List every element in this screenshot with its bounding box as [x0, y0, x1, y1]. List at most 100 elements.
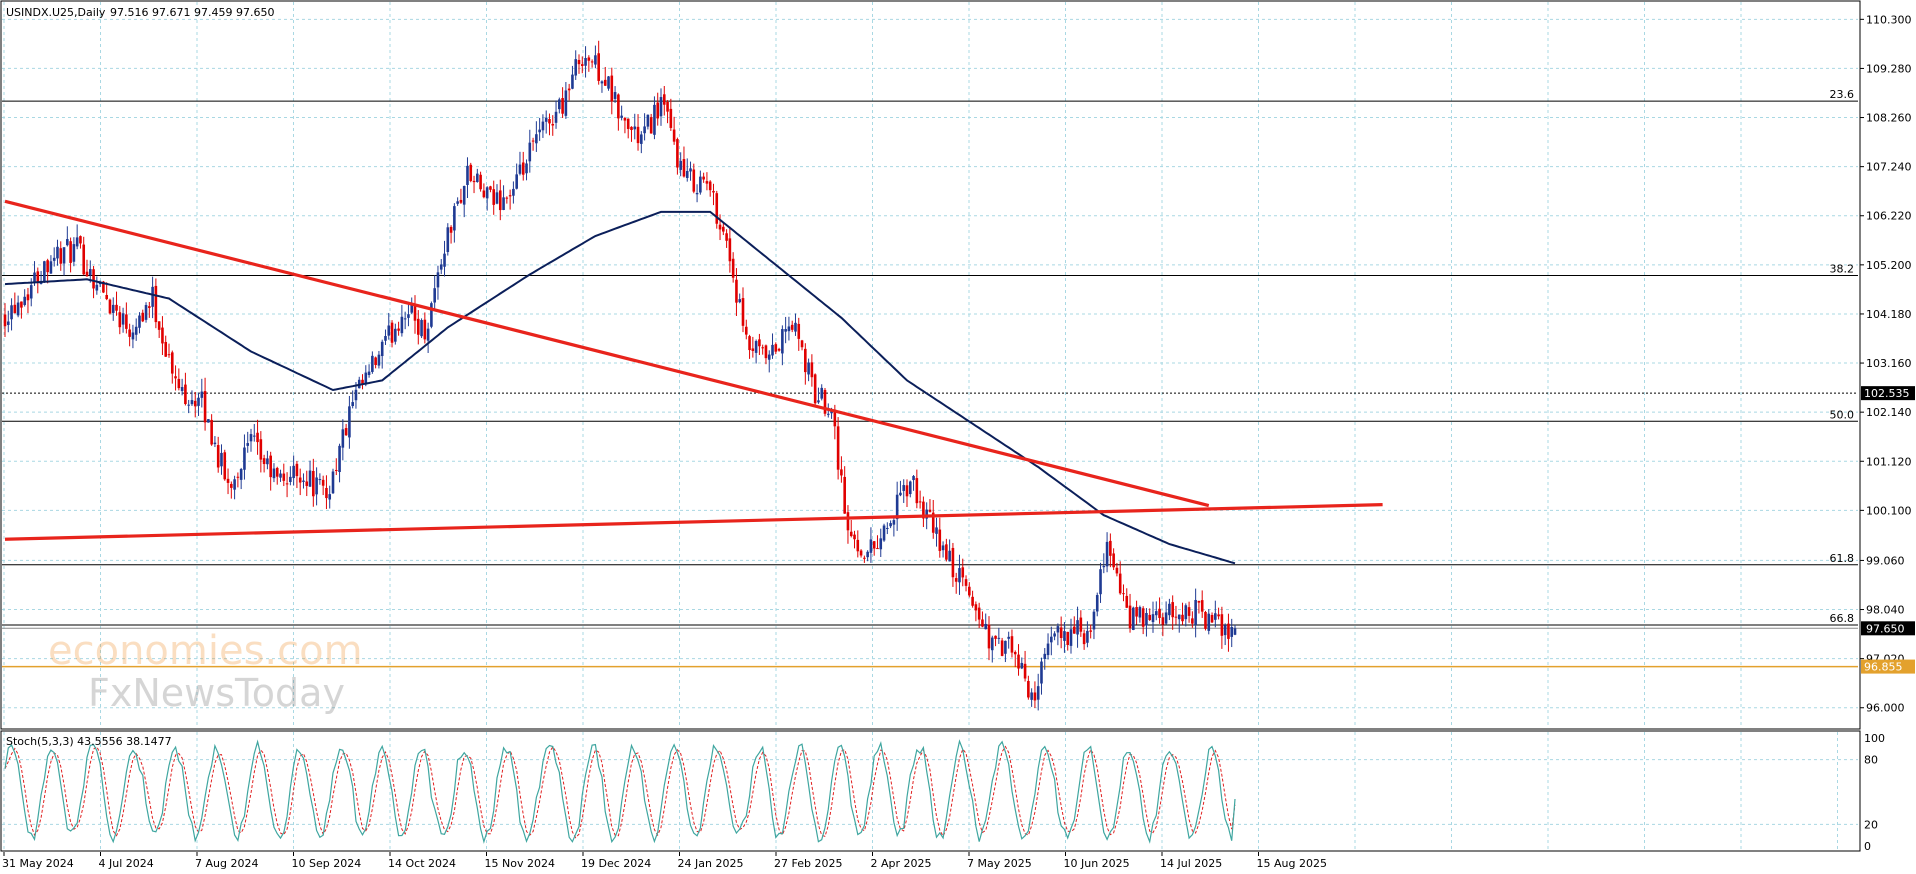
candle	[813, 373, 817, 407]
candle	[108, 298, 112, 315]
candle-body	[459, 199, 463, 203]
candle-body	[676, 139, 679, 168]
candle-body	[1177, 614, 1181, 620]
candle-body	[489, 186, 492, 190]
candle-body	[197, 397, 200, 406]
fib-level-label: 66.8	[1830, 612, 1855, 625]
candle-body	[643, 126, 646, 134]
candle-body	[1161, 617, 1165, 625]
candle-body	[167, 354, 171, 356]
price-tick-label: 106.220	[1866, 210, 1912, 223]
candle-body	[312, 470, 315, 497]
candle-body	[128, 329, 131, 337]
candle-body	[751, 348, 755, 351]
candle-body	[935, 527, 938, 534]
candle-body	[817, 400, 820, 403]
time-tick-label: 7 Aug 2024	[195, 857, 258, 870]
candle-body	[282, 473, 286, 481]
candle-body	[1000, 640, 1004, 656]
candle-body	[223, 452, 227, 480]
candle-body	[685, 170, 689, 178]
price-tick-label: 99.060	[1866, 554, 1905, 567]
candle-body	[804, 348, 807, 373]
candle-body	[400, 316, 404, 334]
candle-body	[148, 306, 151, 308]
price-tick-label: 103.160	[1866, 357, 1912, 370]
candle-body	[56, 246, 59, 259]
candle-body	[790, 324, 794, 330]
price-tick-label: 105.200	[1866, 259, 1912, 272]
candle-body	[134, 326, 138, 335]
candle-body	[866, 551, 869, 558]
candle-body	[541, 121, 545, 131]
candle-body	[407, 314, 410, 318]
candle-body	[302, 480, 305, 482]
trading-chart: 23.6 38.2 50.0 61.8 66.8 economies.com FxNew…	[0, 0, 1915, 870]
candle-body	[1151, 614, 1155, 623]
candle	[223, 449, 227, 481]
candle-body	[1079, 617, 1083, 632]
candle-body	[708, 181, 712, 191]
price-tick-label: 108.260	[1866, 112, 1912, 125]
candle-body	[571, 74, 574, 89]
candle-body	[26, 294, 30, 301]
candle-body	[374, 357, 377, 366]
time-tick-label: 27 Feb 2025	[774, 857, 842, 870]
candle-body	[266, 458, 269, 465]
candle-body	[1171, 602, 1174, 618]
candle-body	[689, 168, 692, 172]
candle-body	[20, 301, 23, 308]
candle-body	[495, 192, 499, 204]
candle-body	[416, 318, 420, 335]
candle-body	[469, 164, 473, 181]
time-axis: 31 May 2024 4 Jul 2024 7 Aug 2024 10 Sep 20…	[2, 852, 1327, 870]
candle-body	[1210, 615, 1214, 623]
candle-body	[131, 332, 135, 340]
candle-body	[672, 129, 676, 142]
price-tick-label: 104.180	[1866, 308, 1912, 321]
candle-body	[36, 271, 40, 283]
candle-body	[1132, 607, 1135, 631]
candle-body	[1095, 595, 1099, 612]
candle-body	[305, 481, 309, 486]
candle-body	[1191, 618, 1194, 624]
candle-body	[1220, 614, 1224, 636]
candle-body	[826, 413, 830, 415]
candle-body	[207, 419, 210, 423]
candle-body	[1200, 600, 1204, 612]
candle-body	[1230, 627, 1234, 637]
chart-symbol-label: USINDX.U25,Daily	[6, 6, 106, 19]
candle-body	[439, 264, 443, 270]
candle-body	[308, 470, 312, 487]
candle	[1132, 606, 1135, 631]
candle-body	[1187, 607, 1191, 616]
candle-body	[1017, 654, 1020, 669]
candle-body	[279, 473, 282, 478]
candle	[154, 278, 158, 329]
time-tick-label: 14 Oct 2024	[388, 857, 456, 870]
candle-body	[1063, 631, 1066, 641]
candle-body	[682, 159, 686, 177]
price-tick-label: 96.000	[1866, 702, 1905, 715]
candle-body	[1089, 630, 1092, 632]
candle-body	[882, 525, 886, 541]
candle-body	[1059, 627, 1063, 638]
candle-body	[108, 299, 112, 314]
candle-body	[902, 485, 906, 491]
candle	[446, 223, 450, 256]
candle-body	[492, 189, 496, 205]
candle-body	[544, 117, 548, 122]
candle-body	[164, 341, 168, 357]
candle-body	[840, 469, 843, 476]
candle-body	[1115, 567, 1119, 574]
candle-body	[617, 94, 620, 119]
candle-body	[977, 607, 981, 620]
candle-body	[656, 102, 660, 119]
candle-body	[990, 637, 994, 651]
candle-body	[849, 531, 853, 537]
candle-body	[43, 261, 46, 282]
candle-body	[1046, 643, 1050, 656]
candle-body	[984, 623, 988, 630]
candle-body	[712, 190, 715, 193]
candle-body	[1204, 611, 1207, 629]
